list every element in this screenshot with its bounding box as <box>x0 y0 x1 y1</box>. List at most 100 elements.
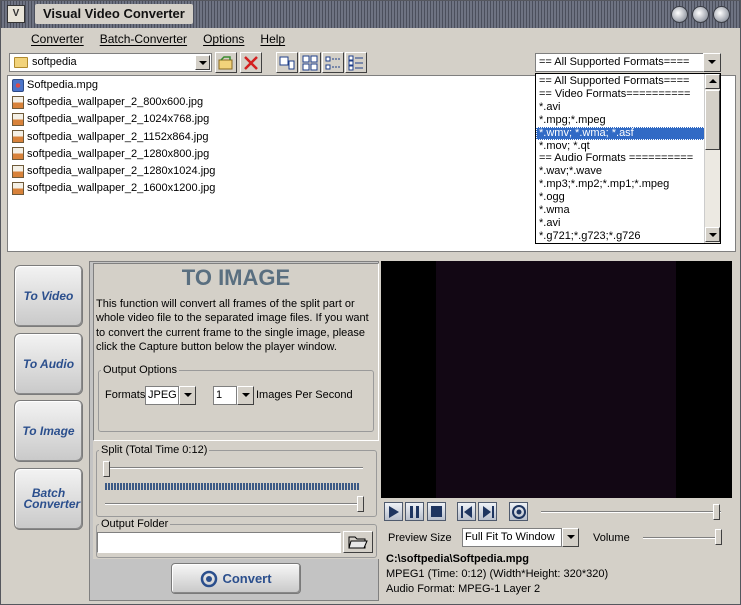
window-controls <box>671 6 730 23</box>
file-list-item[interactable]: softpedia_wallpaper_2_1280x1024.jpg <box>12 163 215 179</box>
nav-to-audio-button[interactable]: To Audio <box>14 333 83 395</box>
maximize-icon[interactable] <box>692 6 709 23</box>
menu-options[interactable]: Options <box>195 30 252 48</box>
media-audio-info: Audio Format: MPEG-1 Layer 2 <box>386 583 541 595</box>
split-end-slider[interactable] <box>357 496 364 512</box>
app-icon[interactable]: V <box>7 5 25 23</box>
file-list-item[interactable]: softpedia_wallpaper_2_1600x1200.jpg <box>12 180 215 196</box>
dropdown-scrollbar[interactable] <box>704 74 720 243</box>
view-details-button[interactable] <box>345 52 367 73</box>
minimize-icon[interactable] <box>671 6 688 23</box>
app-window: V Visual Video Converter Converter Batch… <box>0 0 741 605</box>
format-option[interactable]: *.avi <box>536 217 706 230</box>
stop-icon <box>431 506 442 517</box>
view-list-button[interactable] <box>322 52 344 73</box>
image-file-icon <box>12 147 24 161</box>
format-option[interactable]: *.wma <box>536 204 706 217</box>
chevron-down-icon <box>566 535 575 539</box>
convert-button[interactable]: Convert <box>171 563 301 594</box>
stop-button[interactable] <box>427 502 446 521</box>
previous-frame-button[interactable] <box>457 502 476 521</box>
folder-path-dropdown-button[interactable] <box>195 55 210 70</box>
scroll-down-icon[interactable] <box>705 227 720 242</box>
output-folder-label: Output Folder <box>99 518 171 530</box>
volume-slider[interactable] <box>715 529 722 545</box>
nav-to-image-button[interactable]: To Image <box>14 400 83 462</box>
format-option[interactable]: *.mpg;*.mpeg <box>536 114 706 127</box>
split-range-indicator <box>105 483 360 490</box>
close-icon[interactable] <box>713 6 730 23</box>
video-preview[interactable] <box>381 261 732 498</box>
format-option[interactable]: *.ogg <box>536 191 706 204</box>
volume-track <box>643 537 721 539</box>
image-file-icon <box>12 95 24 109</box>
folder-path-combo[interactable]: softpedia <box>9 53 212 72</box>
format-filter-value: == All Supported Formats==== <box>539 56 690 68</box>
format-option[interactable]: *.wav;*.wave <box>536 165 706 178</box>
menu-converter[interactable]: Converter <box>23 30 92 48</box>
images-per-second-combo[interactable]: 1 <box>213 386 237 405</box>
media-file-path: C:\softpedia\Softpedia.mpg <box>386 553 529 565</box>
image-file-icon <box>12 130 24 144</box>
format-option[interactable]: == All Supported Formats==== <box>536 75 706 88</box>
menu-help[interactable]: Help <box>252 30 293 48</box>
play-button[interactable] <box>384 502 403 521</box>
nav-batch-converter-button[interactable]: Batch Converter <box>14 468 83 530</box>
format-filter-combo[interactable]: == All Supported Formats==== <box>535 53 721 72</box>
image-file-icon <box>12 181 24 195</box>
image-file-icon <box>12 164 24 178</box>
split-label: Split (Total Time 0:12) <box>99 444 210 456</box>
format-option[interactable]: *.mp3;*.mp2;*.mp1;*.mpeg <box>536 178 706 191</box>
chevron-down-icon <box>241 393 250 397</box>
scroll-thumb[interactable] <box>705 90 720 150</box>
scroll-up-icon[interactable] <box>705 74 720 89</box>
format-dropdown-list[interactable]: == All Supported Formats==== == Video For… <box>535 73 721 244</box>
format-filter-dropdown-button[interactable] <box>703 53 721 72</box>
pause-icon <box>409 505 419 518</box>
convert-label: Convert <box>222 571 272 586</box>
format-option[interactable]: == Audio Formats ========== <box>536 152 706 165</box>
image-file-icon <box>12 112 24 126</box>
next-frame-button[interactable] <box>478 502 497 521</box>
menu-bar: Converter Batch-Converter Options Help <box>1 30 293 48</box>
preview-size-combo[interactable]: Full Fit To Window <box>462 528 562 547</box>
menu-batch-converter[interactable]: Batch-Converter <box>92 30 195 48</box>
delete-button[interactable] <box>240 52 262 73</box>
nav-to-video-button[interactable]: To Video <box>14 265 83 327</box>
file-list-item[interactable]: Softpedia.mpg <box>12 77 98 93</box>
format-option[interactable]: *.wmv; *.wma; *.asf <box>536 126 706 140</box>
open-folder-button[interactable] <box>215 52 237 73</box>
format-option[interactable]: *.mov; *.qt <box>536 140 706 153</box>
split-start-slider[interactable] <box>103 461 110 477</box>
images-per-second-dropdown-button[interactable] <box>237 386 254 405</box>
preview-size-dropdown-button[interactable] <box>562 528 579 547</box>
browse-folder-button[interactable] <box>343 531 373 553</box>
image-format-dropdown-button[interactable] <box>179 386 196 405</box>
capture-icon <box>511 504 526 519</box>
folder-open-icon <box>348 536 368 549</box>
formats-label: Formats <box>105 389 146 401</box>
file-list-item[interactable]: softpedia_wallpaper_2_1152x864.jpg <box>12 129 208 145</box>
panel-heading: TO IMAGE <box>181 265 291 290</box>
playback-position-track <box>541 511 721 513</box>
format-option[interactable]: *.g721;*.g723;*.g726 <box>536 230 706 243</box>
media-info: C:\softpedia\Softpedia.mpg MPEG1 (Time: … <box>381 550 732 598</box>
playback-position-slider[interactable] <box>713 504 720 520</box>
file-list-item[interactable]: softpedia_wallpaper_2_1280x800.jpg <box>12 146 209 162</box>
file-list-item[interactable]: softpedia_wallpaper_2_1024x768.jpg <box>12 111 209 127</box>
split-start-track <box>105 467 363 469</box>
view-small-icons-button[interactable] <box>299 52 321 73</box>
image-format-combo[interactable]: JPEG <box>145 386 179 405</box>
details-view-icon <box>348 55 363 70</box>
file-name: softpedia_wallpaper_2_800x600.jpg <box>27 96 204 109</box>
play-icon <box>389 505 399 518</box>
output-folder-field[interactable] <box>97 532 341 553</box>
delete-x-icon <box>244 55 258 70</box>
capture-button[interactable] <box>509 502 528 521</box>
format-option[interactable]: == Video Formats========== <box>536 88 706 101</box>
pause-button[interactable] <box>405 502 424 521</box>
preview-size-label: Preview Size <box>388 532 452 544</box>
format-option[interactable]: *.avi <box>536 101 706 114</box>
view-large-icons-button[interactable] <box>276 52 298 73</box>
file-list-item[interactable]: softpedia_wallpaper_2_800x600.jpg <box>12 94 203 110</box>
